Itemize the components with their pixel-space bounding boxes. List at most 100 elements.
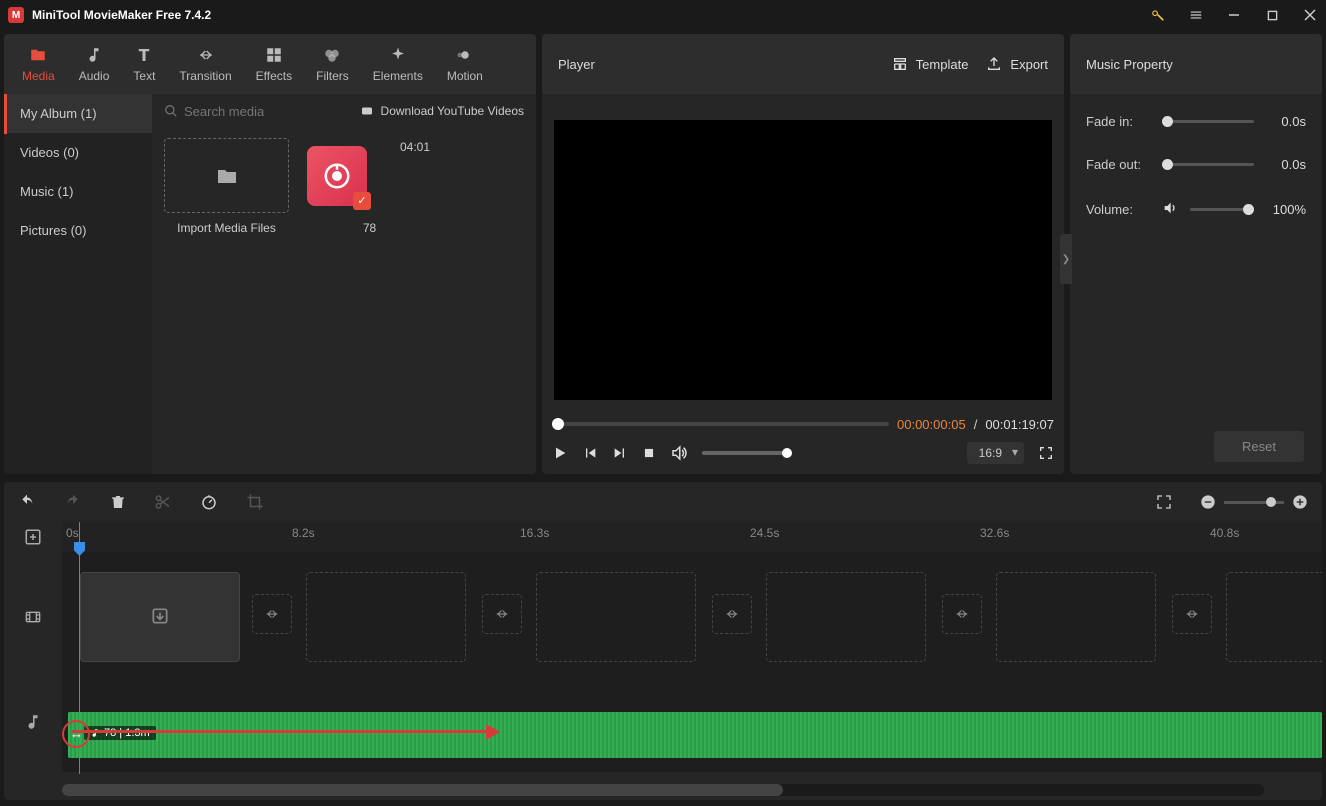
fade-in-slider[interactable] — [1162, 120, 1254, 123]
tab-audio[interactable]: Audio — [67, 39, 122, 89]
template-button[interactable]: Template — [892, 56, 969, 72]
volume-slider[interactable] — [702, 451, 792, 455]
current-time: 00:00:00:05 — [897, 417, 966, 432]
volume-value: 100% — [1264, 202, 1306, 217]
zoom-in-button[interactable] — [1292, 494, 1308, 510]
split-button[interactable] — [154, 493, 172, 511]
timeline-panel: 0s 8.2s 16.3s 24.5s 32.6s 40.8s — [4, 482, 1322, 800]
filters-icon — [323, 45, 341, 65]
transition-slot[interactable] — [712, 594, 752, 634]
video-clip-slot[interactable] — [80, 572, 240, 662]
fade-out-slider[interactable] — [1162, 163, 1254, 166]
audio-clip-label: 78 | 1.3m — [84, 726, 156, 740]
fullscreen-button[interactable] — [1038, 445, 1054, 461]
timeline-tracks[interactable]: 0s 8.2s 16.3s 24.5s 32.6s 40.8s — [62, 522, 1322, 784]
sidebar-item-music[interactable]: Music (1) — [4, 172, 152, 211]
active-tab-indicator — [4, 94, 7, 134]
undo-button[interactable] — [18, 494, 36, 510]
tab-label: Media — [22, 69, 55, 83]
next-frame-button[interactable] — [612, 445, 628, 461]
download-youtube-link[interactable]: Download YouTube Videos — [359, 104, 524, 118]
redo-button[interactable] — [64, 494, 82, 510]
tab-elements[interactable]: Elements — [361, 39, 435, 89]
volume-icon[interactable] — [670, 444, 688, 462]
download-youtube-label: Download YouTube Videos — [381, 104, 524, 118]
transition-slot[interactable] — [482, 594, 522, 634]
tab-transition[interactable]: Transition — [167, 39, 243, 89]
speed-button[interactable] — [200, 493, 218, 511]
total-time: 00:01:19:07 — [985, 417, 1054, 432]
add-track-button[interactable] — [24, 522, 42, 552]
motion-icon — [456, 45, 474, 65]
fade-in-value: 0.0s — [1264, 114, 1306, 129]
maximize-button[interactable] — [1264, 7, 1280, 23]
import-label: Import Media Files — [177, 221, 276, 235]
tab-label: Audio — [79, 69, 110, 83]
sidebar-item-videos[interactable]: Videos (0) — [4, 133, 152, 172]
fade-in-label: Fade in: — [1086, 114, 1152, 129]
trim-handle[interactable]: ↔ — [70, 726, 83, 741]
tab-label: Elements — [373, 69, 423, 83]
player-panel: Player Template Export 00:00:00:05 / 00:… — [542, 34, 1064, 474]
transition-slot[interactable] — [252, 594, 292, 634]
video-clip-slot[interactable] — [766, 572, 926, 662]
music-disc-icon — [322, 161, 352, 191]
sparkle-icon — [389, 45, 407, 65]
timeline-scrollbar[interactable] — [62, 784, 1264, 796]
play-button[interactable] — [552, 445, 568, 461]
volume-prop-slider[interactable] — [1190, 208, 1254, 211]
video-track[interactable] — [62, 552, 1322, 682]
check-icon: ✓ — [353, 192, 371, 210]
ruler-tick: 16.3s — [520, 526, 549, 540]
transition-slot[interactable] — [1172, 594, 1212, 634]
audio-track[interactable]: 78 | 1.3m ↔ — [62, 682, 1322, 772]
player-progress-bar[interactable] — [552, 422, 889, 426]
transition-icon — [196, 45, 216, 65]
import-slot-icon — [150, 606, 170, 629]
video-clip-slot[interactable] — [536, 572, 696, 662]
menu-icon[interactable] — [1188, 7, 1204, 23]
sidebar-item-pictures[interactable]: Pictures (0) — [4, 211, 152, 250]
timeline-ruler[interactable]: 0s 8.2s 16.3s 24.5s 32.6s 40.8s — [62, 522, 1322, 552]
audio-name: 78 — [363, 221, 376, 235]
minimize-button[interactable] — [1226, 7, 1242, 23]
ruler-tick: 32.6s — [980, 526, 1009, 540]
delete-button[interactable] — [110, 493, 126, 511]
stop-button[interactable] — [642, 446, 656, 460]
close-button[interactable] — [1302, 7, 1318, 23]
transition-slot[interactable] — [942, 594, 982, 634]
prev-frame-button[interactable] — [582, 445, 598, 461]
search-media[interactable] — [164, 104, 359, 119]
import-media-button[interactable] — [164, 138, 289, 213]
tab-filters[interactable]: Filters — [304, 39, 361, 89]
tab-motion[interactable]: Motion — [435, 39, 495, 89]
tab-label: Effects — [256, 69, 292, 83]
export-label: Export — [1010, 57, 1048, 72]
zoom-out-button[interactable] — [1200, 494, 1216, 510]
tab-media[interactable]: Media — [4, 39, 67, 89]
export-button[interactable]: Export — [986, 56, 1048, 72]
crop-button[interactable] — [246, 493, 264, 511]
collapse-panel-button[interactable]: ❯ — [1060, 234, 1072, 284]
zoom-slider[interactable] — [1224, 501, 1284, 504]
video-clip-slot[interactable] — [996, 572, 1156, 662]
app-title: MiniTool MovieMaker Free 7.4.2 — [32, 8, 1150, 22]
aspect-ratio-select[interactable]: 16:9 — [967, 442, 1024, 464]
video-clip-slot[interactable] — [306, 572, 466, 662]
video-clip-slot[interactable] — [1226, 572, 1322, 662]
media-item-audio[interactable]: ✓ 04:01 — [307, 138, 432, 213]
tab-text[interactable]: Text — [121, 39, 167, 89]
tab-effects[interactable]: Effects — [244, 39, 304, 89]
fit-button[interactable] — [1156, 494, 1172, 510]
search-input[interactable] — [184, 104, 304, 119]
reset-button[interactable]: Reset — [1214, 431, 1304, 462]
app-logo: M — [8, 7, 24, 23]
upgrade-icon[interactable] — [1150, 7, 1166, 23]
video-preview[interactable] — [554, 120, 1052, 400]
sidebar-item-my-album[interactable]: My Album (1) — [4, 94, 152, 133]
annotation-arrow — [72, 730, 492, 733]
ruler-tick: 40.8s — [1210, 526, 1239, 540]
tab-label: Text — [133, 69, 155, 83]
audio-clip[interactable]: 78 | 1.3m — [68, 712, 1322, 758]
audio-track-icon — [24, 682, 42, 762]
